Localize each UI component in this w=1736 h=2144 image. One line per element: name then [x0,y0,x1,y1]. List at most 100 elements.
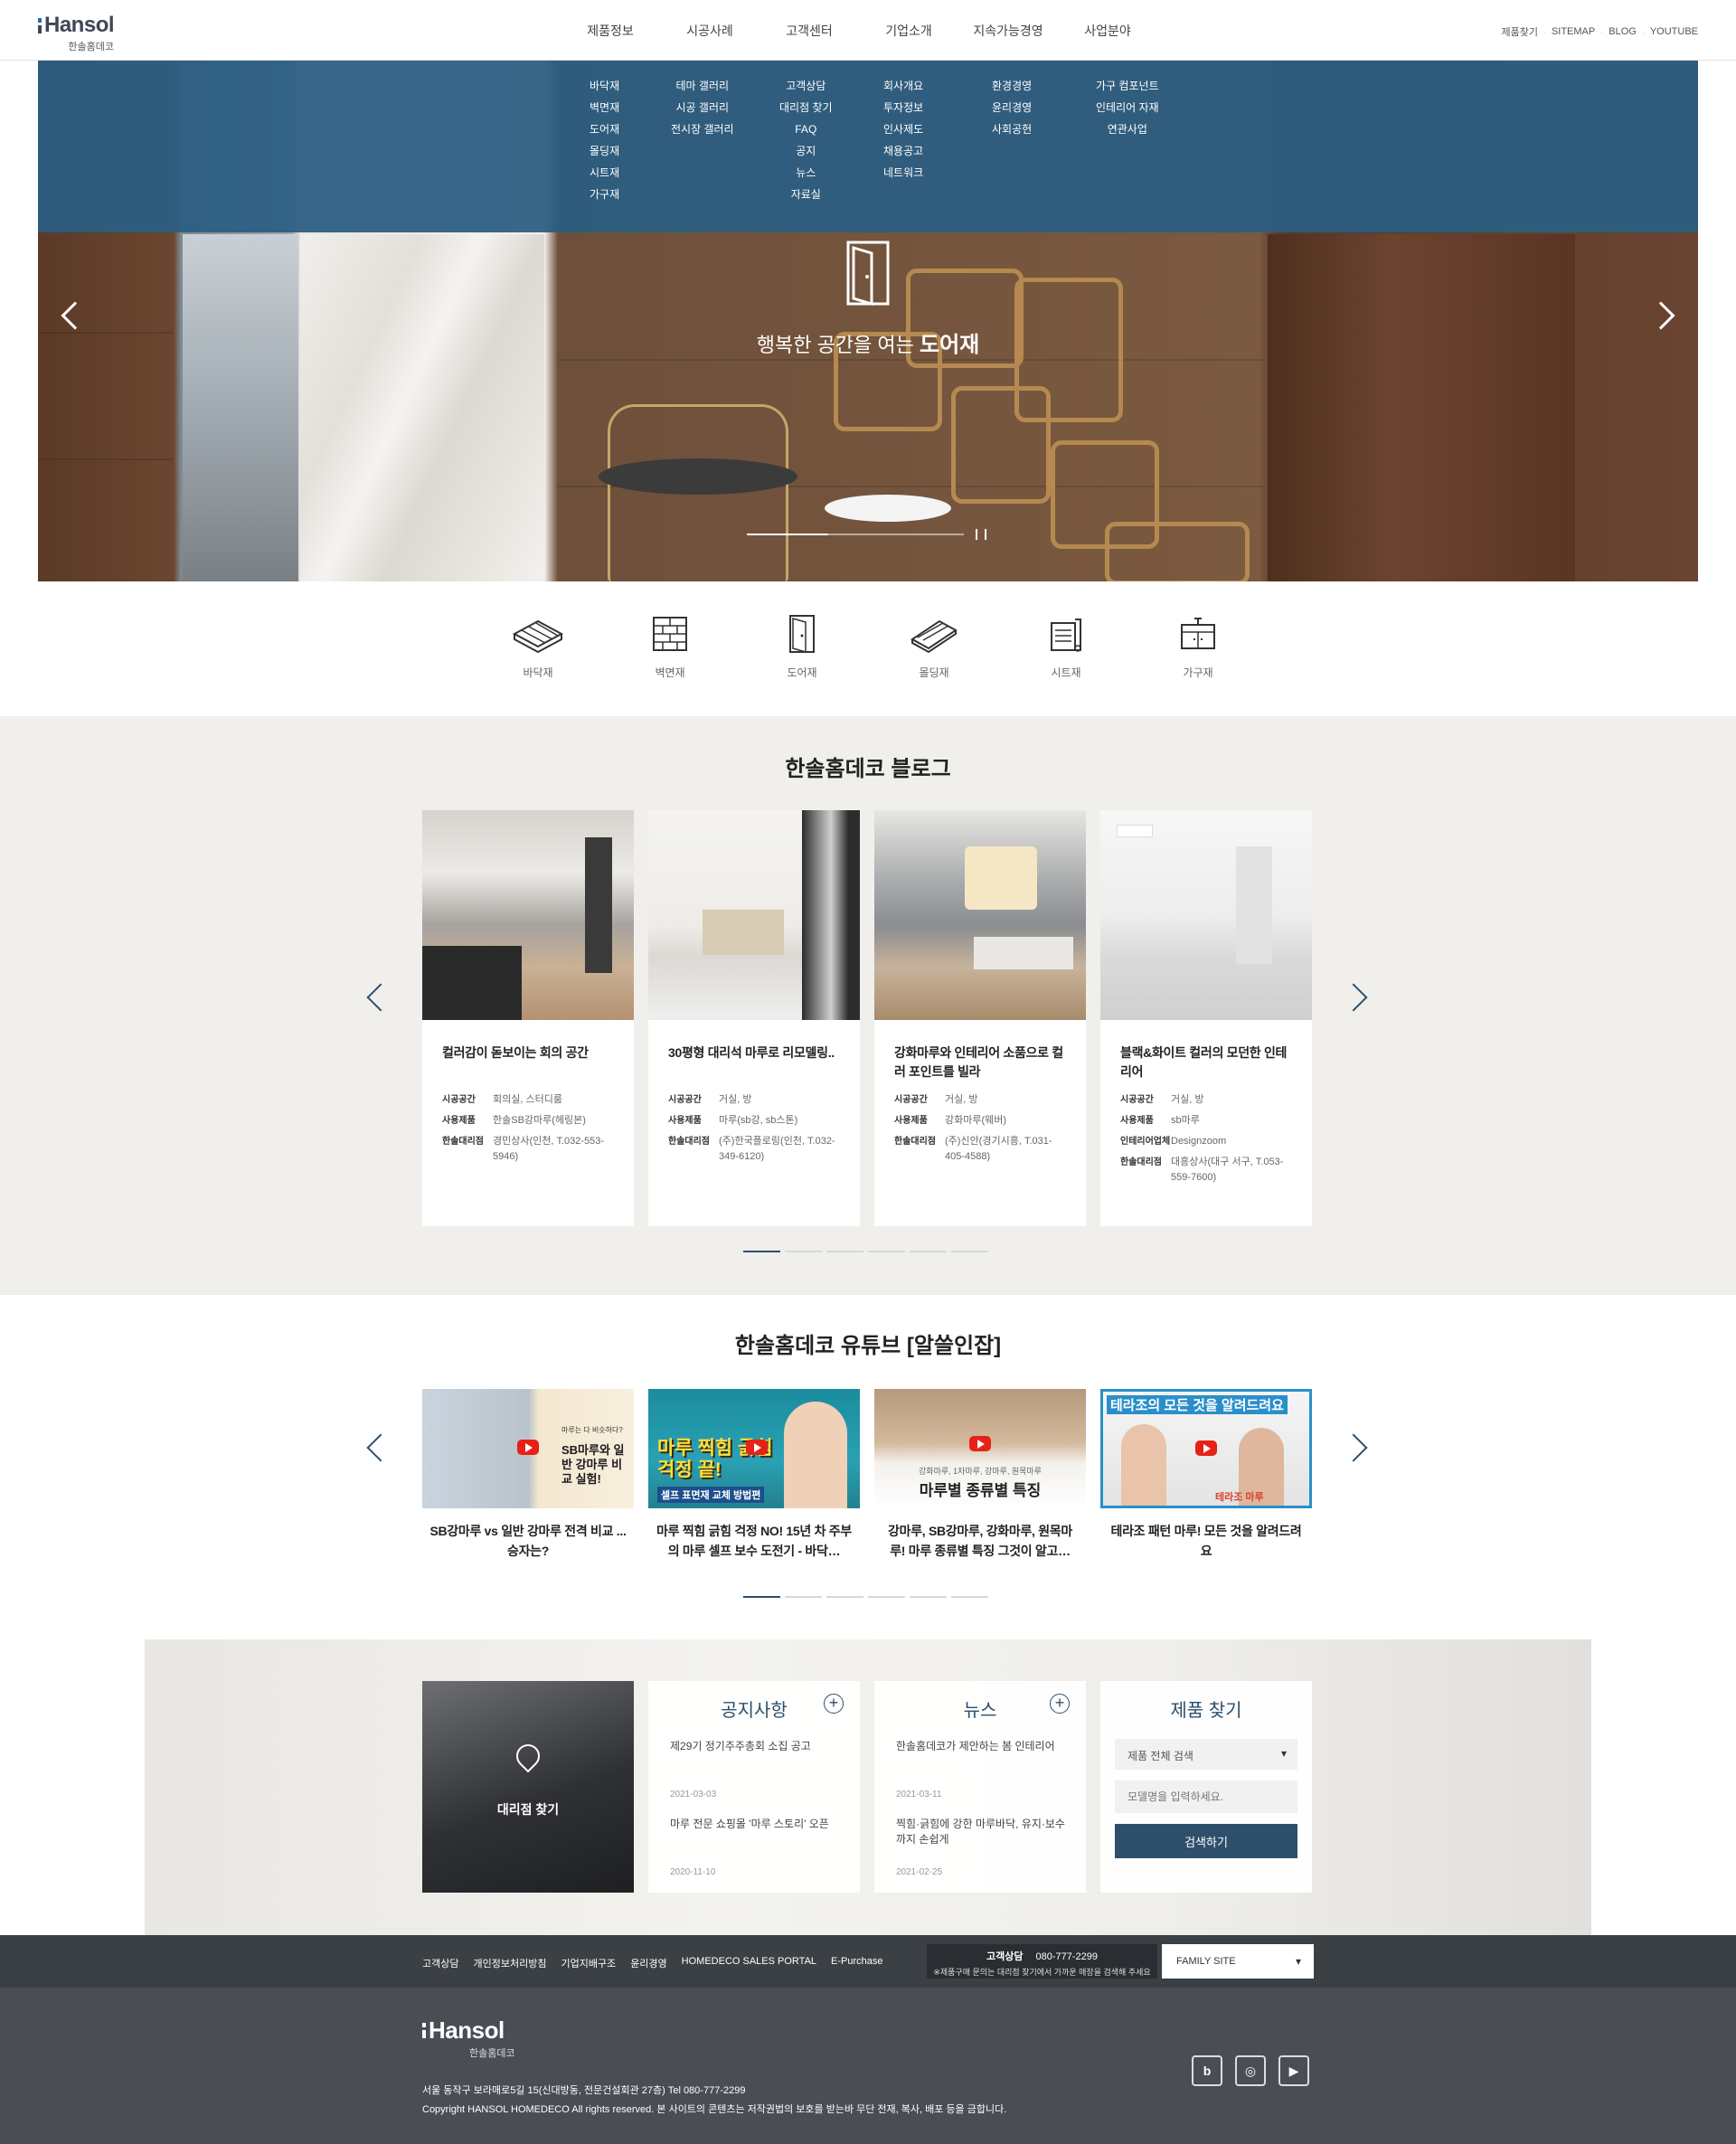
submenu-item[interactable]: 고객상담 [779,79,833,93]
submenu-item[interactable]: 공지 [779,144,833,158]
util-link-youtube[interactable]: YOUTUBE [1650,26,1698,37]
youtube-card[interactable]: 마루 찍힘 긁힘 걱정 끝! 셀프 표면재 교체 방법편 마루 찍힘 긁힘 걱정… [648,1389,860,1561]
blog-icon[interactable]: b [1192,2055,1222,2086]
blog-prev-arrow-icon[interactable] [366,983,395,1012]
footer-link-privacy[interactable]: 개인정보처리방침 [473,1956,546,1970]
nav-item-sustainability[interactable]: 지속가능경영 [958,22,1058,40]
util-link-product-search[interactable]: 제품찾기 [1501,24,1537,39]
submenu-item[interactable]: 네트워크 [883,165,923,180]
submenu-item[interactable]: 사회공헌 [992,122,1032,137]
pagination-dot[interactable] [826,1251,863,1252]
category-furniture[interactable]: 가구재 [1132,581,1264,716]
news-item[interactable]: 한솔홈데코가 제안하는 봄 인테리어 2021-03-11 [896,1739,1068,1817]
pagination-dot[interactable] [951,1251,988,1252]
nav-item-company[interactable]: 기업소개 [859,22,958,40]
submenu-item[interactable]: 연관사업 [1096,122,1159,137]
nav-item-support[interactable]: 고객센터 [760,22,859,40]
youtube-prev-arrow-icon[interactable] [366,1433,395,1462]
youtube-icon[interactable]: ▶ [1278,2055,1309,2086]
nav-item-products[interactable]: 제품정보 [561,22,660,40]
submenu-item[interactable]: 도어재 [590,122,619,137]
family-site-select[interactable]: FAMILY SITE [1162,1944,1314,1979]
footer-link-consult[interactable]: 고객상담 [422,1956,458,1970]
submenu-item[interactable]: 대리점 찾기 [779,100,833,115]
pagination-dot[interactable] [868,1596,905,1598]
pagination-dot[interactable] [910,1596,947,1598]
blog-card[interactable]: 30평형 대리석 마루로 리모델링.. 시공공간 거실, 방 사용제품 마루(sb강… [648,810,860,1226]
category-label: 벽면재 [655,666,685,679]
pagination-dot[interactable] [951,1596,988,1598]
submenu-item[interactable]: 가구재 [590,187,619,202]
pagination-dot[interactable] [910,1251,947,1252]
pagination-dot[interactable] [868,1251,905,1252]
pagination-dot[interactable] [826,1596,863,1598]
submenu-item[interactable]: 인사제도 [883,122,923,137]
footer-link-sales-portal[interactable]: HOMEDECO SALES PORTAL [682,1956,816,1970]
search-button[interactable]: 검색하기 [1115,1824,1297,1858]
nav-item-business[interactable]: 사업분야 [1058,22,1157,40]
submenu-item[interactable]: 채용공고 [883,144,923,158]
category-sheet[interactable]: 시트재 [1000,581,1132,716]
category-wall[interactable]: 벽면재 [604,581,736,716]
util-link-sitemap[interactable]: SITEMAP [1552,26,1595,37]
submenu-item[interactable]: 몰딩재 [590,144,619,158]
news-more-plus-icon[interactable]: + [1050,1694,1070,1714]
youtube-card[interactable]: SB마루와 일반 강마루 비교 실험! 마루는 다 비슷하다? SB강마루 vs… [422,1389,634,1561]
submenu-item[interactable]: 회사개요 [883,79,923,93]
blog-next-arrow-icon[interactable] [1339,983,1368,1012]
nav-item-cases[interactable]: 시공사례 [660,22,760,40]
submenu-item[interactable]: 시트재 [590,165,619,180]
notice-item[interactable]: 마루 전문 쇼핑몰 '마루 스토리' 오픈 2020-11-10 [670,1817,842,1894]
submenu-item[interactable]: 자료실 [779,187,833,202]
model-name-input[interactable] [1115,1780,1297,1813]
submenu-sustainability: 환경경영 윤리경영 사회공헌 [992,79,1032,137]
youtube-card-title: SB강마루 vs 일반 강마루 전격 비교 ...승자는? [429,1524,627,1558]
submenu-item[interactable]: 인테리어 자재 [1096,100,1159,115]
blog-card-title: 30평형 대리석 마루로 리모델링.. [668,1045,835,1060]
util-link-blog[interactable]: BLOG [1609,26,1637,37]
category-door[interactable]: 도어재 [736,581,868,716]
instagram-icon[interactable]: ◎ [1235,2055,1266,2086]
pagination-dot[interactable] [743,1596,780,1598]
blog-card[interactable]: 컬러감이 돋보이는 회의 공간 시공공간 회의실, 스터디룸 사용제품 한솔SB강마… [422,810,634,1226]
dealer-finder-box[interactable]: 대리점 찾기 [422,1681,634,1893]
footer-link-ethics[interactable]: 윤리경영 [630,1956,666,1970]
submenu-item[interactable]: 윤리경영 [992,100,1032,115]
youtube-pagination [743,1596,988,1598]
main-navigation: 제품정보 시공사례 고객센터 기업소개 지속가능경영 사업분야 [561,22,1157,40]
submenu-item[interactable]: FAQ [779,122,833,137]
notice-item[interactable]: 제29기 정기주주총회 소집 공고 2021-03-03 [670,1739,842,1817]
submenu-item[interactable]: 환경경영 [992,79,1032,93]
blog-card-title: 블랙&화이트 컬러의 모던한 인테리어 [1120,1045,1288,1079]
news-item[interactable]: 찍힘·긁힘에 강한 마루바닥, 유지·보수까지 손쉽게 2021-02-25 [896,1817,1068,1894]
submenu-item[interactable]: 시공 갤러리 [671,100,734,115]
submenu-item[interactable]: 뉴스 [779,165,833,180]
footer-link-epurchase[interactable]: E-Purchase [831,1956,882,1970]
submenu-item[interactable]: 가구 컴포넌트 [1096,79,1159,93]
submenu-item[interactable]: 투자정보 [883,100,923,115]
hero-pause-icon[interactable]: ❙❙ [972,527,990,540]
blog-card[interactable]: 강화마루와 인테리어 소품으로 컬러 포인트를 빌라 시공공간 거실, 방 사용제… [874,810,1086,1226]
blog-card[interactable]: 블랙&화이트 컬러의 모던한 인테리어 시공공간 거실, 방 사용제품 sb마루 인… [1100,810,1312,1226]
submenu-item[interactable]: 벽면재 [590,100,619,115]
site-logo[interactable]: Hansol 한솔홈데코 [38,13,115,53]
product-category-select[interactable]: 제품 전체 검색 [1115,1739,1297,1770]
pagination-dot[interactable] [785,1251,822,1252]
pagination-dot[interactable] [743,1251,780,1252]
youtube-section: 한솔홈데코 유튜브 [알쓸인잡] SB마루와 일반 강마루 비교 실험! 마루는… [0,1295,1736,1639]
footer-link-governance[interactable]: 기업지배구조 [561,1956,616,1970]
youtube-card-title: 마루 찍힘 긁힘 걱정 NO! 15년 차 주부의 마루 셀프 보수 도전기 -… [656,1524,852,1558]
pagination-dot[interactable] [785,1596,822,1598]
submenu-item[interactable]: 바닥재 [590,79,619,93]
category-molding[interactable]: 몰딩재 [868,581,1000,716]
blog-section: 한솔홈데코 블로그 컬러감이 돋보이는 회의 공간 시공공간 회의실, 스터디룸 … [0,716,1736,1295]
footer-address: 서울 동작구 보라매로5길 15(신대방동, 전문건설회관 27층) Tel 0… [422,2082,1006,2120]
submenu-item[interactable]: 전시장 갤러리 [671,122,734,137]
category-floor[interactable]: 바닥재 [472,581,604,716]
youtube-card[interactable]: 테라조의 모든 것을 알려드려요 테라조 마루 테라조 패턴 마루! 모든 것을… [1100,1389,1312,1561]
youtube-card[interactable]: 강화마루, 1차마루, 강마루, 원목마루 마루별 종류별 특징 강마루, SB… [874,1389,1086,1561]
youtube-next-arrow-icon[interactable] [1339,1433,1368,1462]
notice-more-plus-icon[interactable]: + [824,1694,844,1714]
submenu-item[interactable]: 테마 갤러리 [671,79,734,93]
blog-card-image [1100,810,1312,1020]
